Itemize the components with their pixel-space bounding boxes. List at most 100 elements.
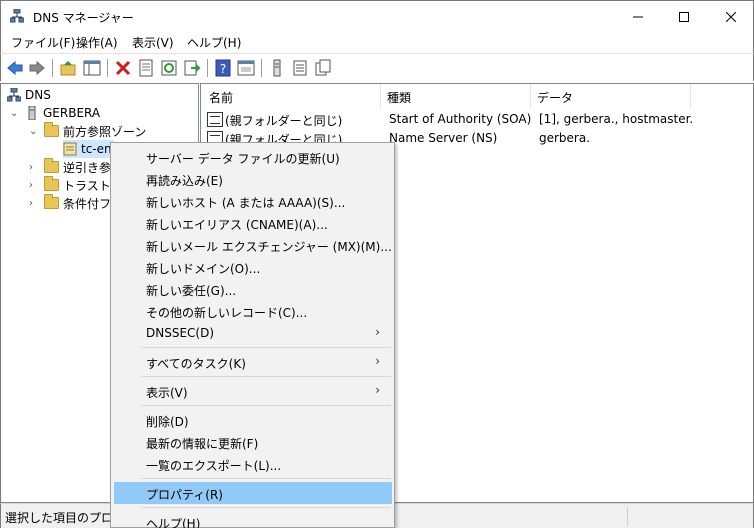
maximize-icon: [679, 11, 689, 22]
menu-item-view[interactable]: 表示(V) ›: [114, 380, 392, 402]
context-menu: サーバー データ ファイルの更新(U) 再読み込み(E) 新しいホスト (A ま…: [110, 142, 395, 528]
server-icon[interactable]: [268, 59, 286, 77]
back-icon[interactable]: [6, 59, 24, 77]
menu-separator: [141, 347, 391, 348]
dns-app-icon: [10, 9, 24, 23]
menu-item-label: 新しい委任(G)...: [146, 284, 237, 298]
tree-label-server: GERBERA: [43, 106, 101, 120]
record-icon: [207, 112, 223, 127]
menu-item-label: サーバー データ ファイルの更新(U): [146, 152, 340, 166]
menu-separator: [141, 478, 391, 479]
menu-item-all-tasks[interactable]: すべてのタスク(K) ›: [114, 351, 392, 373]
menu-item-label: DNSSEC(D): [146, 326, 215, 340]
tree-node-server[interactable]: GERBERA: [25, 104, 100, 122]
column-header-data[interactable]: データ: [531, 84, 691, 108]
close-button[interactable]: [708, 1, 754, 32]
column-header-type[interactable]: 種類: [381, 84, 531, 108]
submenu-arrow-icon: ›: [375, 383, 380, 397]
submenu-arrow-icon: ›: [375, 354, 380, 368]
tree-node-dns[interactable]: DNS: [7, 86, 51, 104]
minimize-button[interactable]: [615, 1, 661, 32]
refresh-icon[interactable]: [160, 59, 178, 77]
menu-item-label: 一覧のエクスポート(L)...: [146, 459, 282, 473]
menu-item-label: 表示(V): [146, 386, 188, 400]
record-type: Start of Authority (SOA): [389, 112, 532, 126]
toolbar-separator: [107, 59, 108, 77]
menu-separator: [141, 507, 391, 508]
folder-icon: [44, 158, 59, 173]
menu-item-new-domain[interactable]: 新しいドメイン(O)...: [114, 256, 392, 278]
console-icon[interactable]: [237, 59, 255, 77]
tree-node-forward-zones[interactable]: 前方参照ゾーン: [44, 122, 146, 140]
submenu-arrow-icon: ›: [375, 325, 380, 339]
menu-item-dnssec[interactable]: DNSSEC(D) ›: [114, 322, 392, 344]
menu-item-label: すべてのタスク(K): [146, 357, 246, 371]
window-title: DNS マネージャー: [33, 11, 134, 25]
tree-label-dns: DNS: [25, 88, 51, 102]
menu-file[interactable]: ファイル(F): [11, 34, 75, 51]
up-folder-icon[interactable]: [59, 59, 77, 77]
menu-item-label: プロパティ(R): [146, 488, 223, 502]
tree-node-conditional[interactable]: 条件付フ: [44, 194, 111, 212]
tree-label-forward-zones: 前方参照ゾーン: [63, 124, 147, 139]
export-icon[interactable]: [183, 59, 201, 77]
menu-item-export-list[interactable]: 一覧のエクスポート(L)...: [114, 453, 392, 475]
status-cell: [394, 507, 624, 526]
chevron-right-icon[interactable]: ›: [29, 162, 39, 173]
table-row[interactable]: (親フォルダーと同じ) Start of Authority (SOA) [1]…: [201, 110, 753, 129]
menu-help[interactable]: ヘルプ(H): [187, 34, 241, 51]
tree-label-reverse-zones: 逆引き参: [63, 160, 112, 175]
menu-item-label: 再読み込み(E): [146, 174, 223, 188]
records-icon[interactable]: [314, 59, 332, 77]
minimize-icon: [633, 16, 643, 17]
maximize-button[interactable]: [661, 1, 707, 32]
menu-item-new-mx[interactable]: 新しいメール エクスチェンジャー (MX)(M)...: [114, 234, 392, 256]
close-icon: [726, 11, 736, 22]
svg-text:?: ?: [220, 62, 226, 76]
menu-item-reload[interactable]: 再読み込み(E): [114, 168, 392, 190]
menu-item-update-data-file[interactable]: サーバー データ ファイルの更新(U): [114, 146, 392, 168]
menu-view[interactable]: 表示(V): [132, 34, 174, 51]
menu-separator: [141, 405, 391, 406]
menu-item-properties[interactable]: プロパティ(R): [114, 482, 392, 504]
menu-item-delete[interactable]: 削除(D): [114, 409, 392, 431]
menu-item-new-alias[interactable]: 新しいエイリアス (CNAME)(A)...: [114, 212, 392, 234]
tree-label-conditional: 条件付フ: [63, 196, 112, 211]
tree-node-reverse-zones[interactable]: 逆引き参: [44, 158, 111, 176]
show-tree-icon[interactable]: [83, 59, 101, 77]
toolbar-separator: [207, 59, 208, 77]
folder-icon: [44, 176, 59, 191]
dns-server-icon: [7, 88, 21, 102]
help-icon[interactable]: ?: [214, 59, 232, 77]
toolbar-separator: [261, 59, 262, 77]
toolbar-separator: [52, 59, 53, 77]
column-header-name[interactable]: 名前: [201, 84, 381, 108]
title-bar: DNS マネージャー: [0, 0, 754, 31]
tree-label-zone: tc-en: [81, 142, 112, 156]
record-name: (親フォルダーと同じ): [225, 114, 343, 128]
status-cell: [627, 507, 751, 526]
forward-icon[interactable]: [28, 59, 46, 77]
menu-item-other-records[interactable]: その他の新しいレコード(C)...: [114, 300, 392, 322]
chevron-right-icon[interactable]: ›: [29, 180, 39, 191]
chevron-down-icon[interactable]: ⌄: [10, 108, 20, 119]
menu-item-label: 最新の情報に更新(F): [146, 437, 259, 451]
menu-item-new-delegation[interactable]: 新しい委任(G)...: [114, 278, 392, 300]
tree-node-zone-selected[interactable]: tc-en: [63, 140, 114, 158]
menu-action[interactable]: 操作(A): [76, 34, 118, 51]
menu-item-label: 新しいエイリアス (CNAME)(A)...: [146, 218, 328, 232]
record-data: gerbera.: [539, 131, 591, 145]
chevron-down-icon[interactable]: ⌄: [29, 126, 39, 137]
menu-item-refresh[interactable]: 最新の情報に更新(F): [114, 431, 392, 453]
chevron-right-icon[interactable]: ›: [29, 198, 39, 209]
list-icon[interactable]: [291, 59, 309, 77]
menu-item-help[interactable]: ヘルプ(H): [114, 511, 392, 528]
menu-item-label: ヘルプ(H): [146, 517, 201, 528]
menu-item-new-host[interactable]: 新しいホスト (A または AAAA)(S)...: [114, 190, 392, 212]
delete-icon[interactable]: [114, 59, 132, 77]
properties-icon[interactable]: [137, 59, 155, 77]
server-icon: [28, 106, 36, 120]
record-type: Name Server (NS): [389, 131, 498, 145]
menu-item-label: 新しいメール エクスチェンジャー (MX)(M)...: [146, 240, 392, 254]
record-data: [1], gerbera., hostmaster.: [539, 112, 694, 126]
